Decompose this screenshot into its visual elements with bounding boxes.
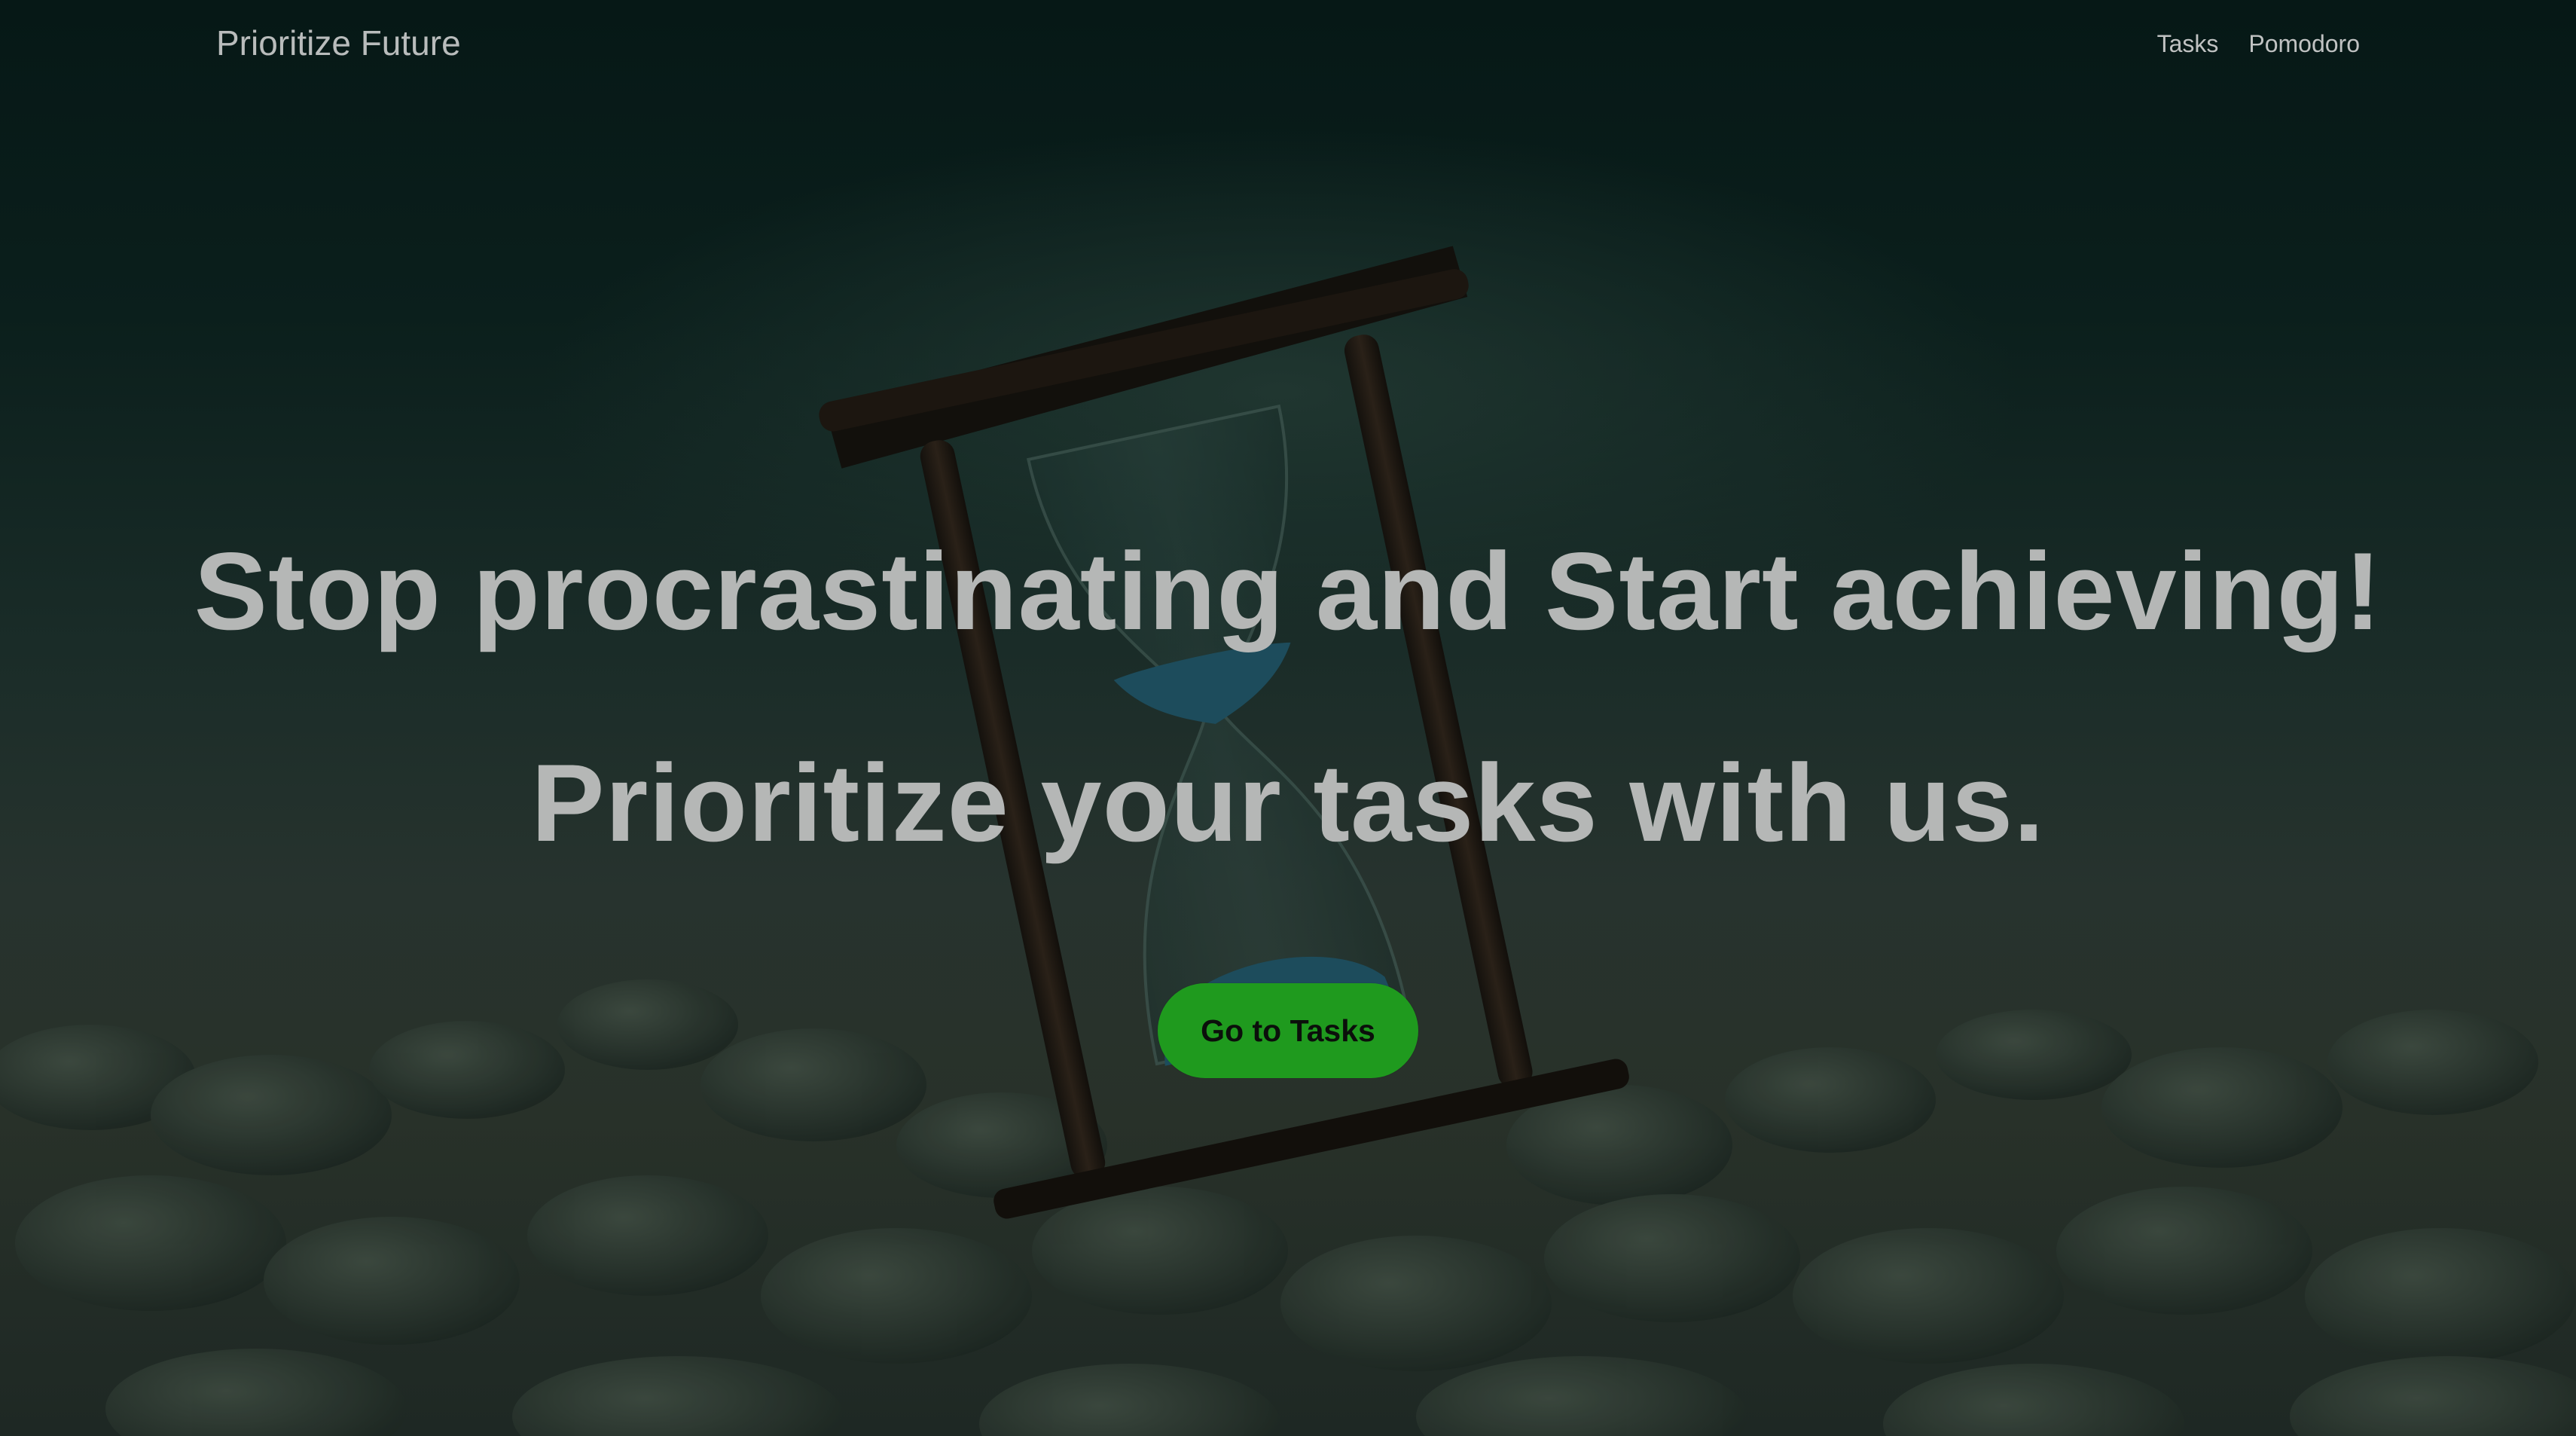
nav-link-tasks[interactable]: Tasks (2157, 30, 2219, 58)
hero-section: Stop procrastinating and Start achieving… (0, 0, 2576, 1436)
nav-link-pomodoro[interactable]: Pomodoro (2248, 30, 2360, 58)
top-navbar: Prioritize Future Tasks Pomodoro (0, 0, 2576, 87)
go-to-tasks-button[interactable]: Go to Tasks (1158, 983, 1418, 1078)
hero-subheadline: Prioritize your tasks with us. (531, 741, 2045, 864)
brand-logo-link[interactable]: Prioritize Future (216, 23, 461, 63)
nav-links: Tasks Pomodoro (2157, 30, 2360, 58)
landing-page: Prioritize Future Tasks Pomodoro Stop pr… (0, 0, 2576, 1436)
hero-headline: Stop procrastinating and Start achieving… (194, 530, 2382, 652)
